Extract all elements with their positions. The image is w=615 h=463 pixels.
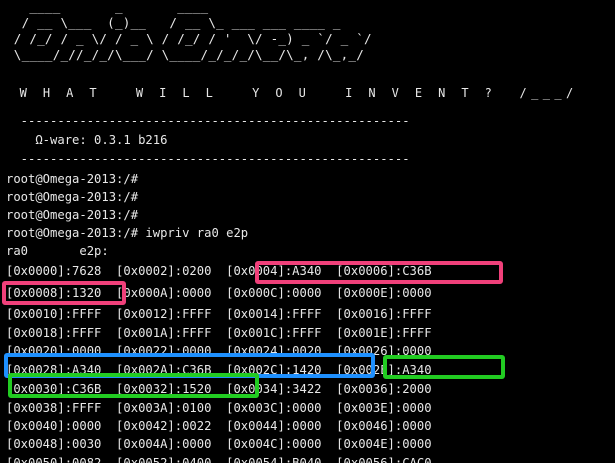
highlight-box-green bbox=[383, 355, 505, 379]
output-header: ra0 e2p: bbox=[6, 244, 109, 258]
dump-row: [0x0038]:FFFF [0x003A]:0100 [0x003C]:000… bbox=[6, 401, 432, 415]
shell-prompt: root@Omega-2013:/# bbox=[6, 208, 139, 222]
banner-separator-bottom: ----------------------------------------… bbox=[6, 152, 410, 166]
dump-row: [0x0040]:0000 [0x0042]:0022 [0x0044]:000… bbox=[6, 419, 432, 433]
terminal-window[interactable]: ____ _ ____ / __ \___ (_)__ / __ \_ ___ … bbox=[0, 0, 615, 463]
shell-prompt: root@Omega-2013:/# bbox=[6, 172, 139, 186]
banner-tagline: W H A T W I L L Y O U I N V E N T ? /___… bbox=[8, 86, 578, 100]
dump-row: [0x0048]:0030 [0x004A]:0000 [0x004C]:000… bbox=[6, 437, 432, 451]
highlight-box-pink bbox=[2, 281, 126, 305]
shell-prompt: root@Omega-2013:/# bbox=[6, 190, 139, 204]
dump-row: [0x0050]:0082 [0x0052]:0400 [0x0054]:B04… bbox=[6, 456, 432, 463]
highlight-box-pink bbox=[255, 261, 503, 284]
banner-ascii-line-4: \____/_//_/_/\___/ \____/_/_/_/\__/\_, /… bbox=[6, 47, 364, 62]
dump-row: [0x0010]:FFFF [0x0012]:FFFF [0x0014]:FFF… bbox=[6, 307, 432, 321]
command-line: root@Omega-2013:/# iwpriv ra0 e2p bbox=[6, 226, 249, 240]
banner-separator-top: ----------------------------------------… bbox=[6, 114, 410, 128]
dump-row: [0x0018]:FFFF [0x001A]:FFFF [0x001C]:FFF… bbox=[6, 326, 432, 340]
highlight-box-green bbox=[8, 373, 259, 398]
version-line: Ω-ware: 0.3.1 b216 bbox=[6, 133, 168, 147]
